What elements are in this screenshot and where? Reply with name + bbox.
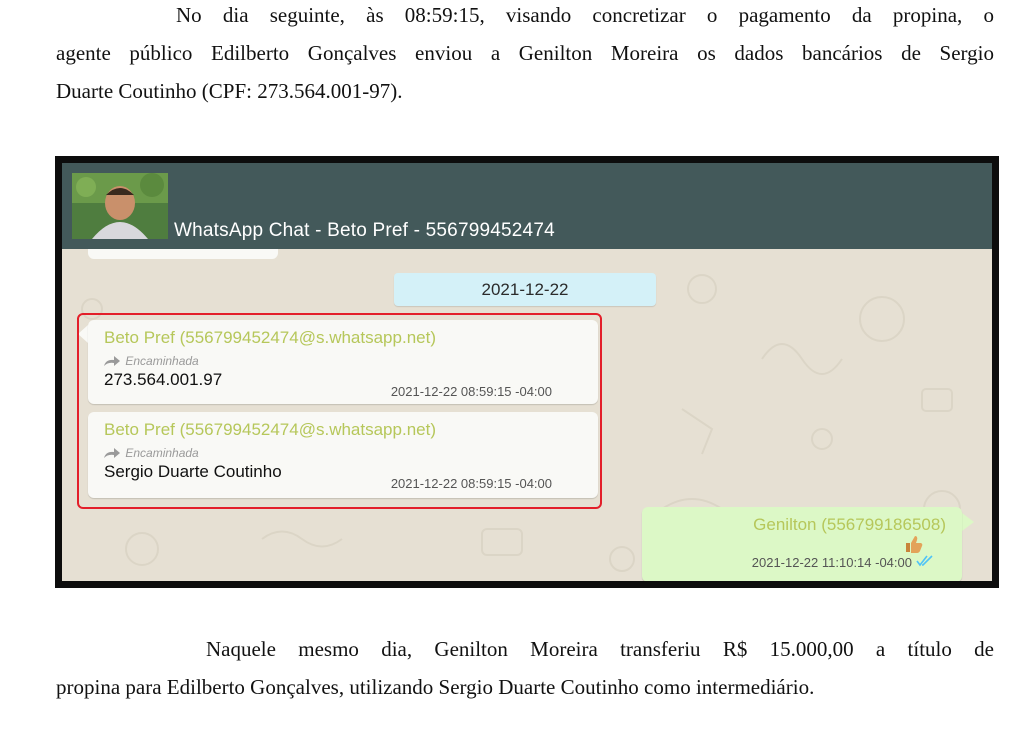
paragraph-bottom: Naquele mesmo dia, Genilton Moreira tran… xyxy=(56,630,994,706)
whatsapp-screenshot: WhatsApp Chat - Beto Pref - 556799452474… xyxy=(55,156,999,588)
paragraph-top-line-3: Duarte Coutinho (CPF: 273.564.001-97). xyxy=(56,79,403,103)
whatsapp-window: WhatsApp Chat - Beto Pref - 556799452474… xyxy=(62,163,992,581)
message-timestamp: 2021-12-22 11:10:14 -04:00 xyxy=(751,555,912,570)
paragraph-top-line-2: agente público Edilberto Gonçalves envio… xyxy=(56,41,994,65)
chat-title: WhatsApp Chat - Beto Pref - 556799452474 xyxy=(174,220,555,241)
bubble-tail xyxy=(962,513,974,531)
date-divider: 2021-12-22 xyxy=(394,273,656,306)
paragraph-top-line-1: No dia seguinte, às 08:59:15, visando co… xyxy=(176,3,994,27)
chat-header: WhatsApp Chat - Beto Pref - 556799452474 xyxy=(62,163,992,249)
paragraph-bottom-line-2: propina para Edilberto Gonçalves, utiliz… xyxy=(56,675,815,699)
thumbs-up-icon xyxy=(906,536,923,553)
message-sender: Genilton (556799186508) xyxy=(753,515,946,534)
double-check-icon xyxy=(916,555,933,567)
avatar[interactable] xyxy=(72,173,168,239)
paragraph-top: No dia seguinte, às 08:59:15, visando co… xyxy=(56,0,994,110)
previous-message-stub xyxy=(88,249,278,259)
red-highlight-box xyxy=(77,313,602,509)
message-bubble-genilton[interactable]: Genilton (556799186508) 2021-12-22 11:10… xyxy=(642,507,962,581)
paragraph-bottom-line-1: Naquele mesmo dia, Genilton Moreira tran… xyxy=(206,637,994,661)
